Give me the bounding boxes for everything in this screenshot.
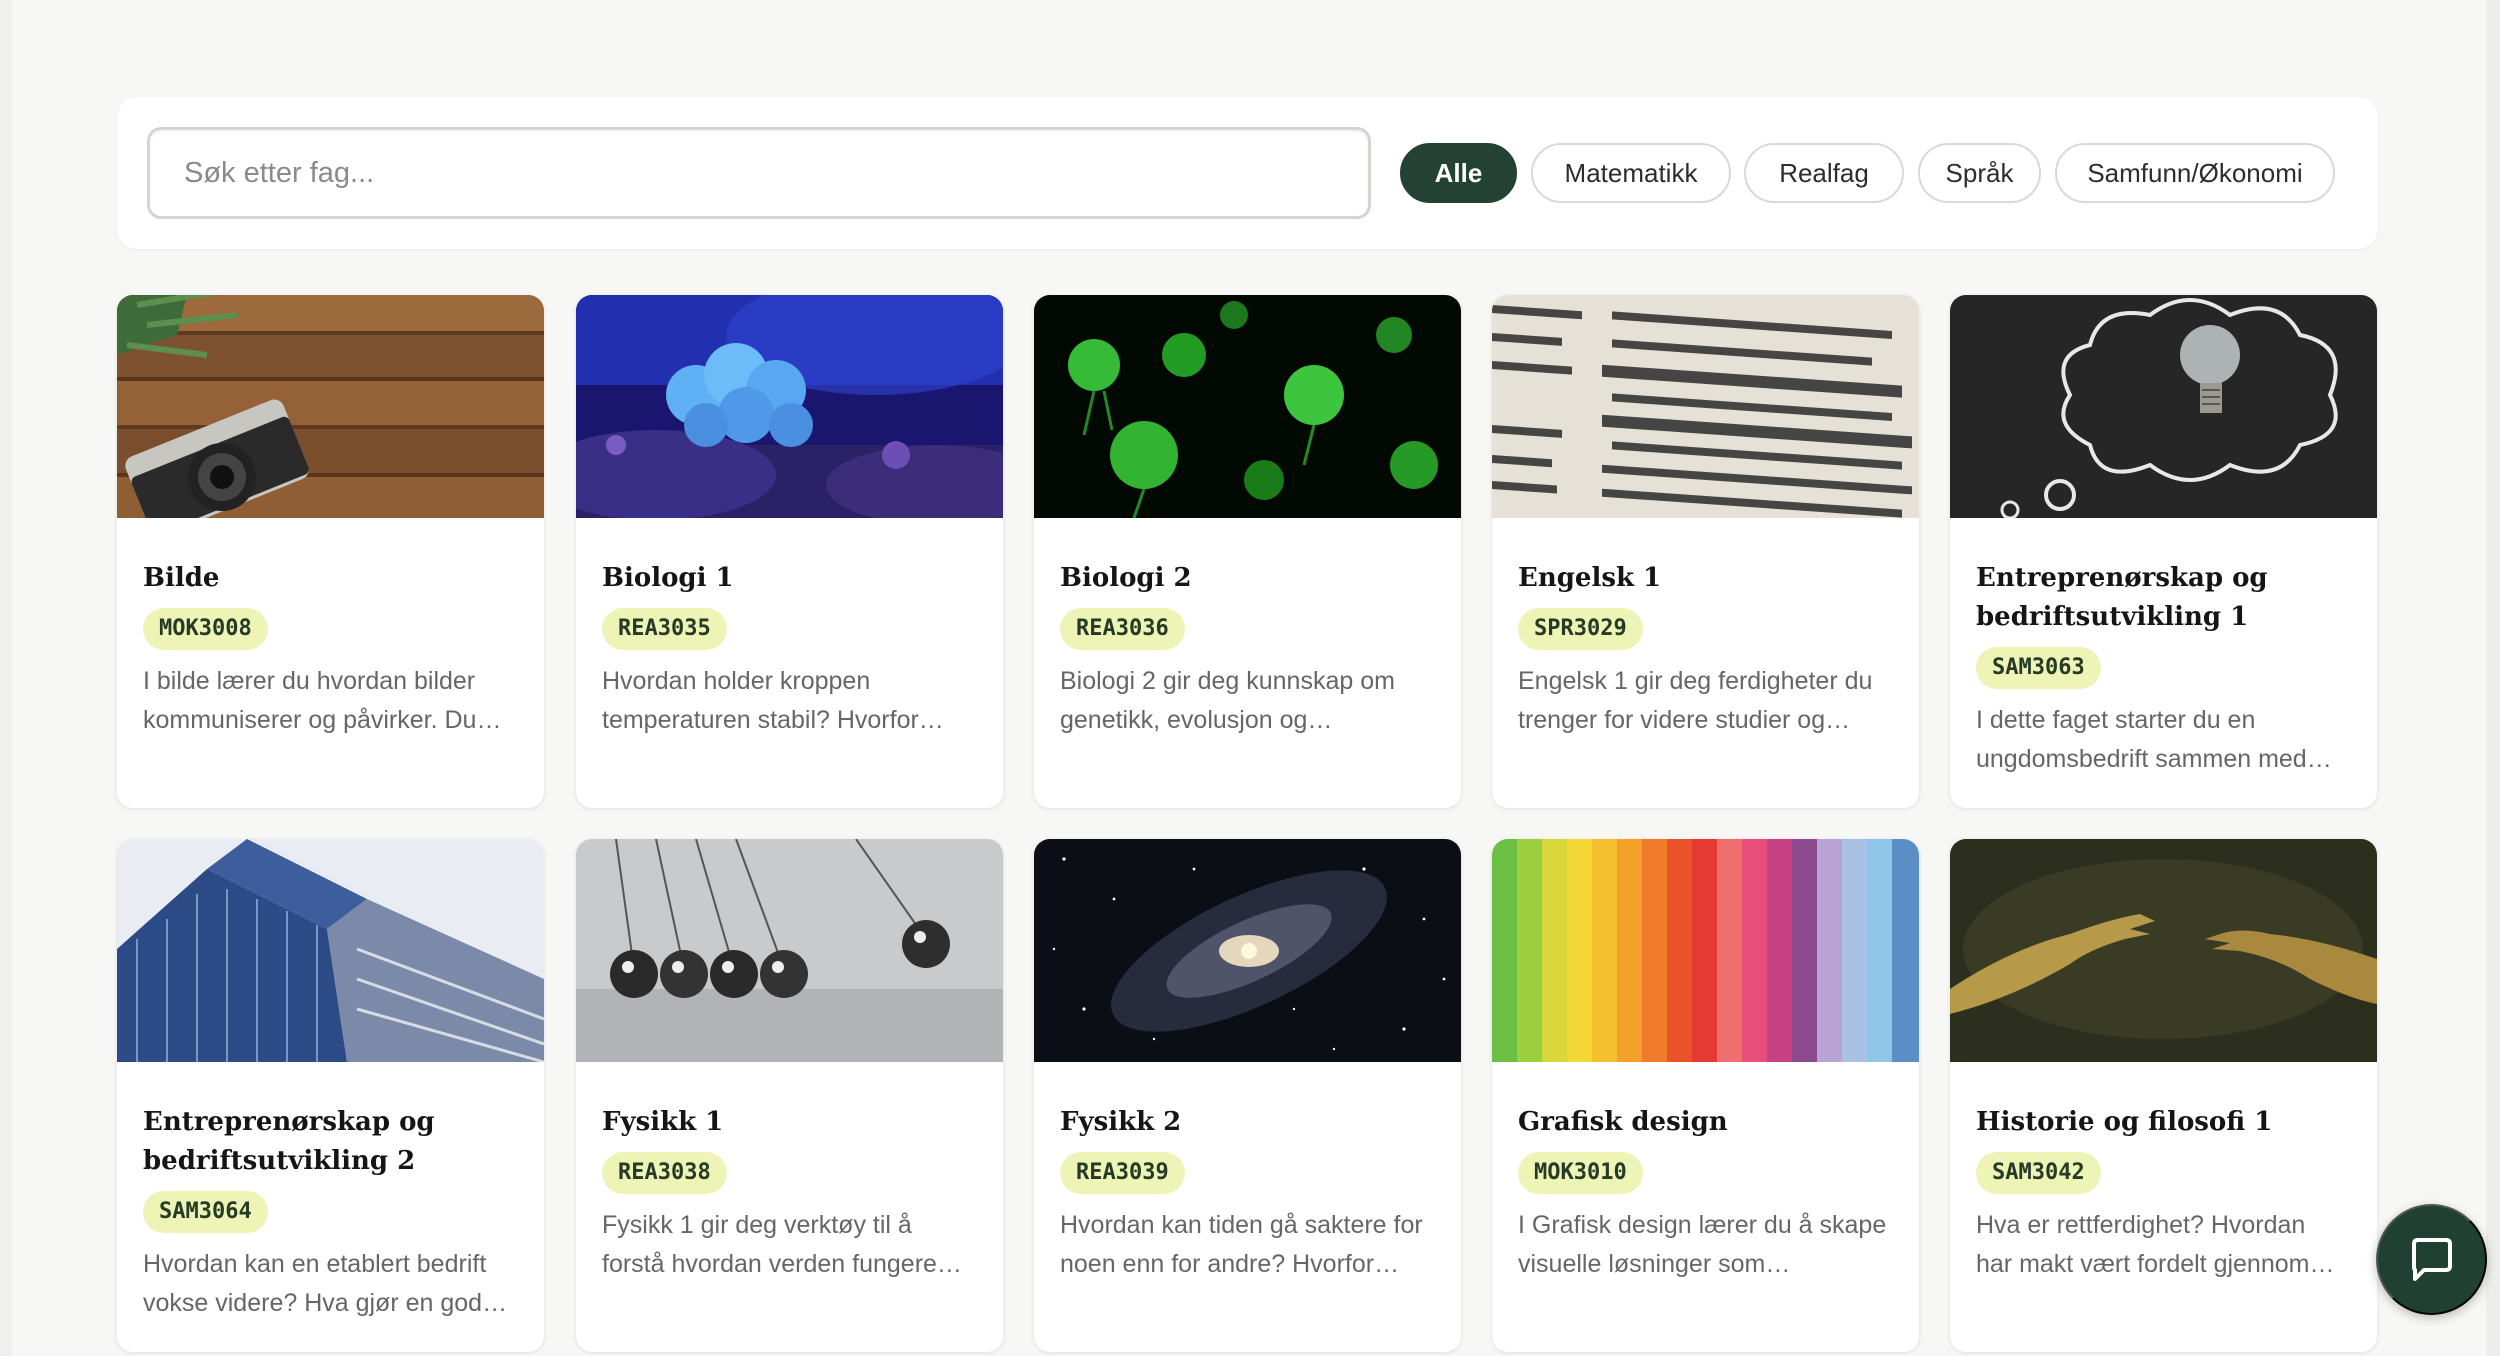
course-image xyxy=(1950,295,2377,518)
course-description: I Grafisk design lærer du å skape visuel… xyxy=(1518,1211,1887,1278)
filter-bar: Alle Matematikk Realfag Språk Samfunn/Øk… xyxy=(117,97,2378,249)
course-image xyxy=(1492,839,1919,1062)
course-title: Fysikk 1 xyxy=(602,1107,724,1137)
course-description: Hvordan holder kroppen temperaturen stab… xyxy=(602,667,944,734)
course-description: Engelsk 1 gir deg ferdigheter du trenger… xyxy=(1518,667,1873,734)
course-code-badge: REA3038 xyxy=(602,1152,727,1194)
course-card-fysikk-1[interactable]: Fysikk 1 REA3038 Fysikk 1 gir deg verktø… xyxy=(576,839,1003,1352)
course-code-badge: SPR3029 xyxy=(1518,608,1643,650)
course-image xyxy=(117,295,544,518)
course-title: Historie og filosofi 1 xyxy=(1976,1107,2273,1137)
course-title: Biologi 1 xyxy=(602,563,734,593)
course-code-badge: SAM3042 xyxy=(1976,1152,2101,1194)
chat-button[interactable] xyxy=(2376,1204,2487,1315)
course-card-entreprenorskap-1[interactable]: Entreprenørskap og bedriftsutvikling 1 S… xyxy=(1950,295,2377,808)
course-card-historie-filosofi-1[interactable]: Historie og filosofi 1 SAM3042 Hva er re… xyxy=(1950,839,2377,1352)
course-description: Fysikk 1 gir deg verktøy til å forstå hv… xyxy=(602,1211,962,1278)
course-description: Hva er rettferdighet? Hvordan har makt v… xyxy=(1976,1211,2335,1278)
course-code-badge: MOK3008 xyxy=(143,608,268,650)
course-code-badge: SAM3063 xyxy=(1976,647,2101,689)
course-description: Biologi 2 gir deg kunnskap om genetikk, … xyxy=(1060,667,1395,734)
course-title: Bilde xyxy=(143,563,220,593)
course-card-biologi-1[interactable]: Biologi 1 REA3035 Hvordan holder kroppen… xyxy=(576,295,1003,808)
course-image xyxy=(117,839,544,1062)
course-card-grafisk-design[interactable]: Grafisk design MOK3010 I Grafisk design … xyxy=(1492,839,1919,1352)
filter-chip-matematikk[interactable]: Matematikk xyxy=(1531,143,1731,203)
left-edge xyxy=(0,0,12,1356)
course-code-badge: MOK3010 xyxy=(1518,1152,1643,1194)
course-card-biologi-2[interactable]: Biologi 2 REA3036 Biologi 2 gir deg kunn… xyxy=(1034,295,1461,808)
course-code-badge: REA3036 xyxy=(1060,608,1185,650)
chat-bubble-icon xyxy=(2411,1237,2452,1281)
course-card-bilde[interactable]: Bilde MOK3008 I bilde lærer du hvordan b… xyxy=(117,295,544,808)
course-description: I bilde lærer du hvordan bilder kommunis… xyxy=(143,667,502,734)
course-code-badge: REA3039 xyxy=(1060,1152,1185,1194)
filter-chip-realfag[interactable]: Realfag xyxy=(1744,143,1904,203)
course-card-entreprenorskap-2[interactable]: Entreprenørskap og bedriftsutvikling 2 S… xyxy=(117,839,544,1352)
course-description: I dette faget starter du en ungdomsbedri… xyxy=(1976,706,2332,773)
scrollbar-track[interactable] xyxy=(2486,0,2500,1356)
course-title: Entreprenørskap og bedriftsutvikling 1 xyxy=(1976,563,2268,632)
course-description: Hvordan kan tiden gå saktere for noen en… xyxy=(1060,1211,1423,1278)
course-title: Biologi 2 xyxy=(1060,563,1192,593)
course-card-engelsk-1[interactable]: Engelsk 1 SPR3029 Engelsk 1 gir deg ferd… xyxy=(1492,295,1919,808)
course-description: Hvordan kan en etablert bedrift vokse vi… xyxy=(143,1250,508,1317)
course-title: Engelsk 1 xyxy=(1518,563,1662,593)
search-input[interactable] xyxy=(147,127,1371,219)
filter-chip-sprak[interactable]: Språk xyxy=(1918,143,2041,203)
course-title: Fysikk 2 xyxy=(1060,1107,1182,1137)
course-code-badge: SAM3064 xyxy=(143,1191,268,1233)
course-image xyxy=(1950,839,2377,1062)
course-image xyxy=(576,839,1003,1062)
course-title: Entreprenørskap og bedriftsutvikling 2 xyxy=(143,1107,435,1176)
filter-chip-alle[interactable]: Alle xyxy=(1400,143,1517,203)
course-image xyxy=(1492,295,1919,518)
course-code-badge: REA3035 xyxy=(602,608,727,650)
course-image xyxy=(576,295,1003,518)
filter-chip-samfunn-okonomi[interactable]: Samfunn/Økonomi xyxy=(2055,143,2335,203)
course-image xyxy=(1034,839,1461,1062)
course-title: Grafisk design xyxy=(1518,1107,1728,1137)
course-card-fysikk-2[interactable]: Fysikk 2 REA3039 Hvordan kan tiden gå sa… xyxy=(1034,839,1461,1352)
course-image xyxy=(1034,295,1461,518)
